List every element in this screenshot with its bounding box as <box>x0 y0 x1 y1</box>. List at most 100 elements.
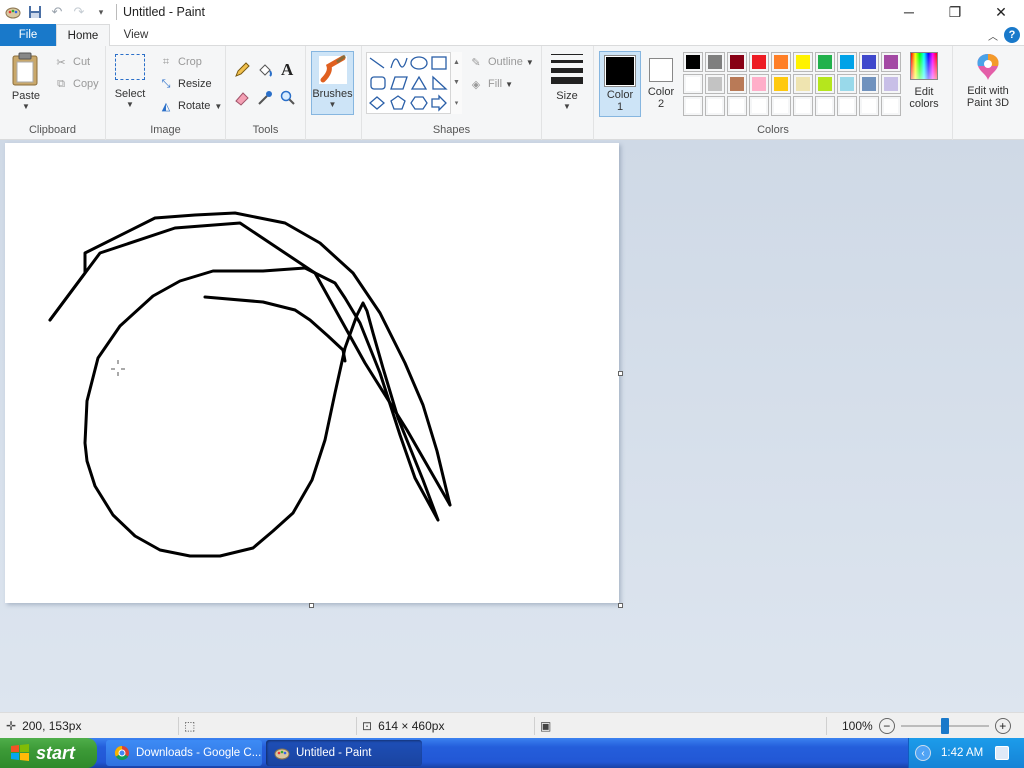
network-icon[interactable] <box>995 746 1010 760</box>
rectangle-shape-icon[interactable] <box>431 56 447 70</box>
palette-swatch[interactable] <box>837 96 857 116</box>
palette-swatch[interactable] <box>771 96 791 116</box>
rotate-dropdown-icon[interactable]: ▼ <box>214 102 222 111</box>
resize-button[interactable]: ⤡ Resize <box>158 74 212 94</box>
select-button[interactable]: Select ▼ <box>112 54 148 109</box>
palette-swatch[interactable] <box>881 96 901 116</box>
palette-swatch[interactable] <box>727 96 747 116</box>
redo-icon[interactable]: ↷ <box>68 1 90 23</box>
palette-swatch[interactable] <box>705 52 725 72</box>
palette-swatch[interactable] <box>771 74 791 94</box>
paste-dropdown-icon[interactable]: ▼ <box>22 102 30 111</box>
palette-swatch[interactable] <box>727 74 747 94</box>
taskbar-item-chrome[interactable]: Downloads - Google C... <box>106 740 262 766</box>
palette-swatch[interactable] <box>793 74 813 94</box>
fill-dropdown-icon[interactable]: ▼ <box>505 80 513 89</box>
palette-swatch[interactable] <box>859 74 879 94</box>
zoom-slider-thumb[interactable] <box>940 718 949 734</box>
oval-shape-icon[interactable] <box>410 56 428 70</box>
start-button[interactable]: start <box>0 738 97 768</box>
palette-swatch[interactable] <box>881 52 901 72</box>
close-button[interactable]: ✕ <box>978 0 1024 24</box>
resize-handle-right[interactable] <box>618 371 623 376</box>
scroll-up-icon[interactable]: ▲ <box>453 59 460 66</box>
line-shape-icon[interactable] <box>369 57 385 69</box>
palette-swatch[interactable] <box>771 52 791 72</box>
palette-swatch[interactable] <box>837 52 857 72</box>
palette-swatch[interactable] <box>749 96 769 116</box>
magnifier-icon[interactable] <box>280 90 296 109</box>
palette-swatch[interactable] <box>881 74 901 94</box>
save-icon[interactable] <box>24 1 46 23</box>
fill-button[interactable]: ◈ Fill ▼ <box>468 74 513 94</box>
zoom-slider[interactable] <box>900 718 989 734</box>
collapse-ribbon-icon[interactable]: ︿ <box>982 28 1004 43</box>
palette-swatch[interactable] <box>683 96 703 116</box>
palette-swatch[interactable] <box>793 52 813 72</box>
copy-button[interactable]: ⧉ Copy <box>53 74 99 94</box>
customize-toolbar-icon[interactable]: ▾ <box>90 1 112 23</box>
palette-swatch[interactable] <box>727 52 747 72</box>
zoom-out-icon[interactable]: − <box>878 718 895 734</box>
clock[interactable]: 1:42 AM <box>941 747 983 759</box>
edit-colors-button[interactable]: Edit colors <box>904 52 944 110</box>
arrow-shape-icon[interactable] <box>431 94 447 112</box>
color1-button[interactable]: Color 1 <box>599 51 641 117</box>
size-button[interactable]: Size ▼ <box>548 52 586 111</box>
palette-swatch[interactable] <box>815 52 835 72</box>
pencil-icon[interactable] <box>234 62 250 81</box>
palette-swatch[interactable] <box>815 96 835 116</box>
resize-handle-corner[interactable] <box>618 603 623 608</box>
tray-expand-icon[interactable]: ‹ <box>915 745 931 761</box>
brushes-dropdown-icon[interactable]: ▼ <box>329 100 337 109</box>
outline-button[interactable]: ✎ Outline ▼ <box>468 52 534 72</box>
rounded-rectangle-shape-icon[interactable] <box>370 76 386 90</box>
palette-swatch[interactable] <box>859 52 879 72</box>
curve-shape-icon[interactable] <box>390 57 408 69</box>
crop-button[interactable]: ⌗ Crop <box>158 52 202 72</box>
shapes-scrollbar[interactable]: ▲ ▼ ▾ <box>450 52 462 114</box>
help-icon[interactable]: ? <box>1004 27 1020 43</box>
rotate-button[interactable]: ◭ Rotate ▼ <box>158 96 223 116</box>
triangle-shape-icon[interactable] <box>410 75 428 90</box>
pentagon-shape-icon[interactable] <box>390 95 406 110</box>
color-picker-icon[interactable] <box>257 90 273 109</box>
resize-handle-bottom[interactable] <box>309 603 314 608</box>
palette-swatch[interactable] <box>749 52 769 72</box>
right-triangle-shape-icon[interactable] <box>432 75 448 90</box>
edit-paint3d-button[interactable]: Edit with Paint 3D <box>955 52 1021 109</box>
tab-view[interactable]: View <box>110 24 162 46</box>
palette-swatch[interactable] <box>705 96 725 116</box>
outline-dropdown-icon[interactable]: ▼ <box>526 58 534 67</box>
polygon-shape-icon[interactable] <box>390 76 408 90</box>
palette-swatch[interactable] <box>683 74 703 94</box>
scroll-down-icon[interactable]: ▼ <box>453 79 460 86</box>
size-dropdown-icon[interactable]: ▼ <box>563 102 571 111</box>
zoom-in-icon[interactable]: + <box>994 718 1011 734</box>
expand-gallery-icon[interactable]: ▾ <box>455 99 459 107</box>
palette-swatch[interactable] <box>683 52 703 72</box>
tab-home[interactable]: Home <box>56 24 110 46</box>
palette-swatch[interactable] <box>815 74 835 94</box>
eraser-icon[interactable] <box>234 90 250 109</box>
taskbar-item-paint[interactable]: Untitled - Paint <box>266 740 422 766</box>
fill-bucket-icon[interactable] <box>257 62 273 81</box>
drawing-canvas[interactable] <box>5 143 619 603</box>
text-tool-icon[interactable]: A <box>281 60 293 80</box>
paint-app-icon[interactable] <box>2 1 24 23</box>
palette-swatch[interactable] <box>859 96 879 116</box>
palette-swatch[interactable] <box>749 74 769 94</box>
select-dropdown-icon[interactable]: ▼ <box>126 100 134 109</box>
brushes-button[interactable]: Brushes ▼ <box>311 51 354 115</box>
undo-icon[interactable]: ↶ <box>46 1 68 23</box>
cut-button[interactable]: ✂ Cut <box>53 52 90 72</box>
palette-swatch[interactable] <box>705 74 725 94</box>
palette-swatch[interactable] <box>793 96 813 116</box>
minimize-button[interactable]: ─ <box>886 0 932 24</box>
tab-file[interactable]: File <box>0 24 56 46</box>
paste-button[interactable]: Paste ▼ <box>6 52 46 111</box>
hexagon-shape-icon[interactable] <box>410 96 428 110</box>
palette-swatch[interactable] <box>837 74 857 94</box>
restore-button[interactable]: ❐ <box>932 0 978 24</box>
diamond-shape-icon[interactable] <box>369 96 385 110</box>
